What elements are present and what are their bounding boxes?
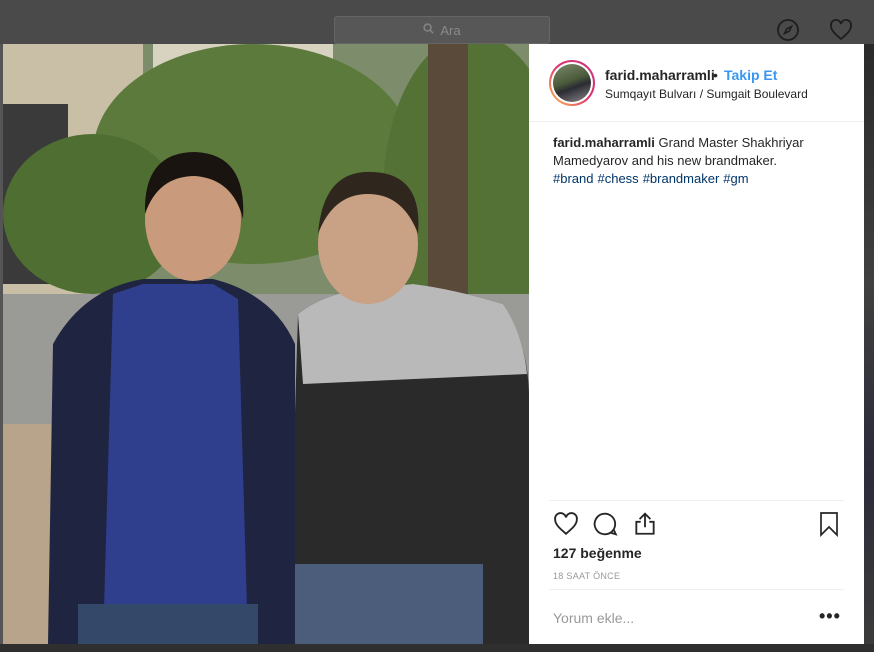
hashtag-link[interactable]: #chess: [597, 171, 638, 186]
backdrop-right: [864, 44, 874, 644]
more-options-icon[interactable]: •••: [819, 606, 841, 627]
post-caption: farid.maharramli Grand Master Shakhriyar…: [553, 134, 843, 188]
avatar[interactable]: [549, 60, 595, 106]
post-photo[interactable]: [3, 44, 529, 644]
compass-icon[interactable]: [776, 18, 800, 42]
caption-username[interactable]: farid.maharramli: [553, 135, 655, 150]
comment-input[interactable]: Yorum ekle...: [553, 610, 634, 626]
follow-button[interactable]: Takip Et: [724, 67, 777, 83]
hashtag-link[interactable]: #gm: [723, 171, 748, 186]
avatar-image: [553, 64, 591, 102]
like-heart-icon[interactable]: [553, 511, 579, 537]
separator-dot: •: [713, 67, 718, 83]
hashtag-link[interactable]: #brandmaker: [643, 171, 720, 186]
post-header: farid.maharramli • Takip Et Sumqayıt Bul…: [529, 44, 864, 122]
share-icon[interactable]: [632, 511, 658, 537]
post-detail-panel: farid.maharramli • Takip Et Sumqayıt Bul…: [529, 44, 864, 644]
top-nav-bar: Ara: [0, 0, 874, 44]
search-icon: [423, 23, 434, 37]
post-timestamp: 18 SAAT ÖNCE: [553, 571, 621, 581]
bookmark-icon[interactable]: [817, 511, 843, 538]
heart-icon[interactable]: [829, 18, 853, 42]
hashtag-list: #brand #chess #brandmaker #gm: [553, 170, 843, 188]
comment-area: Yorum ekle... •••: [549, 589, 844, 645]
backdrop-bottom: [0, 644, 874, 652]
search-box[interactable]: Ara: [334, 16, 550, 44]
username-link[interactable]: farid.maharramli: [605, 67, 715, 83]
hashtag-link[interactable]: #brand: [553, 171, 593, 186]
search-placeholder: Ara: [440, 22, 461, 38]
like-count[interactable]: 127 beğenme: [553, 545, 642, 561]
action-bar: [549, 500, 844, 545]
comment-bubble-icon[interactable]: [592, 511, 618, 537]
location-link[interactable]: Sumqayıt Bulvarı / Sumgait Boulevard: [605, 87, 808, 101]
